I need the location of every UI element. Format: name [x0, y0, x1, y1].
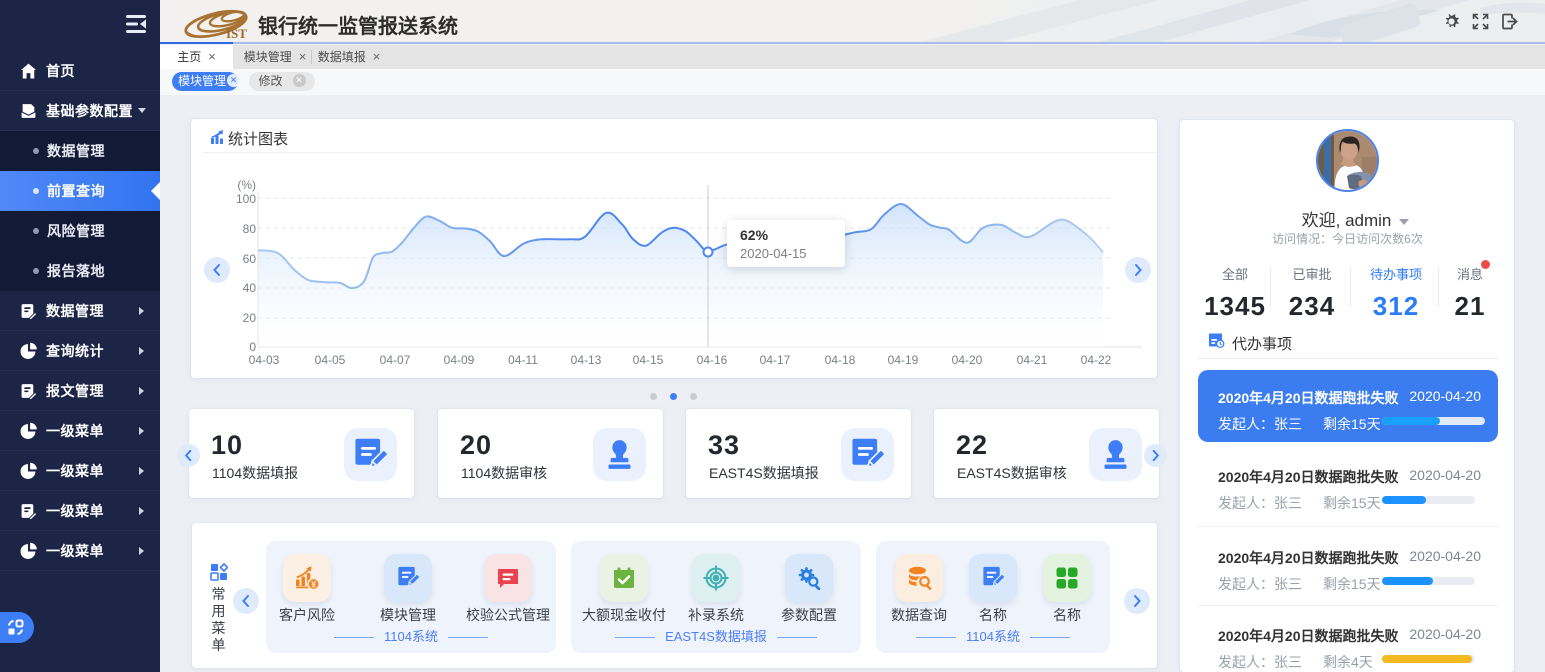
- svg-text:¥: ¥: [311, 579, 316, 589]
- svg-text:IST: IST: [226, 26, 247, 41]
